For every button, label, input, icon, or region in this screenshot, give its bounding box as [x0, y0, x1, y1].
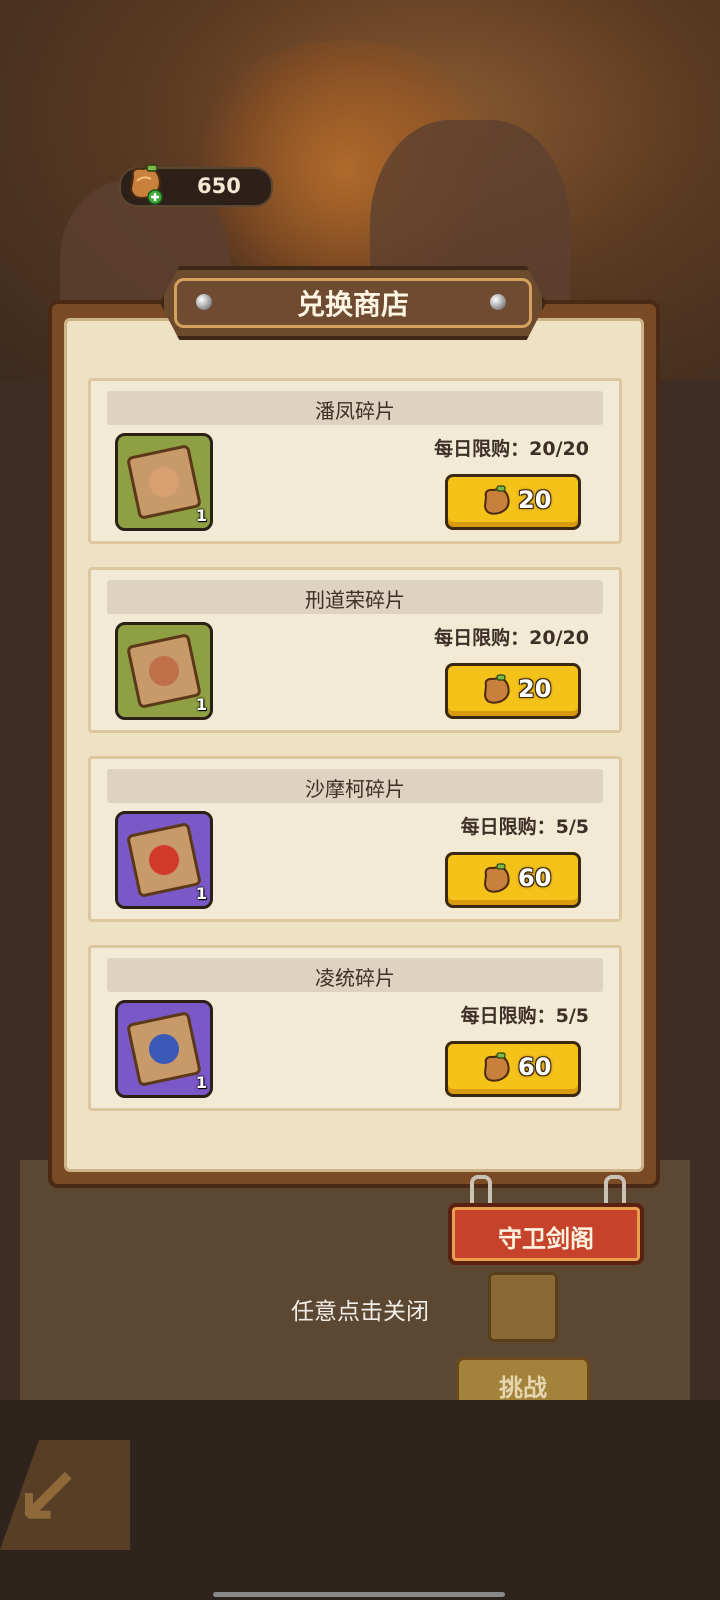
buy-button[interactable]: 20 — [445, 474, 581, 530]
hero-fragment-thumbnail[interactable]: 1 — [115, 1000, 213, 1098]
sign-label: 守卫剑阁 — [498, 1225, 594, 1253]
guard-jiange-sign[interactable]: 守卫剑阁 — [448, 1203, 644, 1265]
item-header: 刑道荣碎片 — [107, 580, 603, 614]
puzzle-piece-icon — [126, 822, 202, 898]
meat-currency-icon — [483, 485, 510, 515]
price-label: 60 — [518, 1053, 552, 1081]
hero-portrait-icon — [146, 842, 182, 878]
daily-limit-label: 每日限购：20/20 — [434, 627, 589, 649]
shop-item: 潘凤碎片 1 每日限购：20/20 20 — [88, 378, 622, 544]
buy-button[interactable]: 60 — [445, 852, 581, 908]
item-header: 凌统碎片 — [107, 958, 603, 992]
puzzle-piece-icon — [126, 444, 202, 520]
currency-value: 650 — [197, 174, 241, 198]
puzzle-piece-icon — [126, 633, 202, 709]
item-name: 凌统碎片 — [315, 966, 395, 990]
item-count: 1 — [195, 1073, 207, 1092]
hero-fragment-thumbnail[interactable]: 1 — [115, 622, 213, 720]
shop-item: 沙摩柯碎片 1 每日限购：5/5 60 — [88, 756, 622, 922]
daily-limit-label: 每日限购：5/5 — [460, 816, 589, 838]
shop-item: 刑道荣碎片 1 每日限购：20/20 20 — [88, 567, 622, 733]
hero-portrait-icon — [146, 1031, 182, 1067]
background-challenge-label: 挑战 — [499, 1374, 547, 1402]
item-header: 沙摩柯碎片 — [107, 769, 603, 803]
shop-item: 凌统碎片 1 每日限购：5/5 60 — [88, 945, 622, 1111]
price-label: 20 — [518, 675, 552, 703]
back-arrow-icon: ↙ — [14, 1450, 82, 1543]
hero-fragment-thumbnail[interactable]: 1 — [115, 811, 213, 909]
buy-button[interactable]: 20 — [445, 663, 581, 719]
puzzle-piece-icon — [126, 1011, 202, 1087]
dialog-title: 兑换商店 — [296, 288, 409, 321]
item-name: 潘凤碎片 — [315, 399, 395, 423]
hero-portrait-icon — [146, 464, 182, 500]
daily-limit-label: 每日限购：20/20 — [434, 438, 589, 460]
item-header: 潘凤碎片 — [107, 391, 603, 425]
meat-currency-icon — [483, 863, 510, 893]
home-indicator[interactable] — [213, 1592, 505, 1597]
daily-limit-label: 每日限购：5/5 — [460, 1005, 589, 1027]
buy-button[interactable]: 60 — [445, 1041, 581, 1097]
price-label: 20 — [518, 486, 552, 514]
meat-currency-icon — [129, 164, 163, 205]
item-count: 1 — [195, 506, 207, 525]
meat-currency-icon — [483, 1052, 510, 1082]
item-count: 1 — [195, 695, 207, 714]
item-name: 沙摩柯碎片 — [305, 777, 405, 801]
item-name: 刑道荣碎片 — [305, 588, 405, 612]
price-label: 60 — [518, 864, 552, 892]
hero-portrait-icon — [146, 653, 182, 689]
currency-display[interactable]: 650 — [119, 164, 273, 207]
hero-fragment-thumbnail[interactable]: 1 — [115, 433, 213, 531]
meat-currency-icon — [483, 674, 510, 704]
item-count: 1 — [195, 884, 207, 903]
tap-to-close-hint[interactable]: 任意点击关闭 — [0, 1292, 720, 1326]
